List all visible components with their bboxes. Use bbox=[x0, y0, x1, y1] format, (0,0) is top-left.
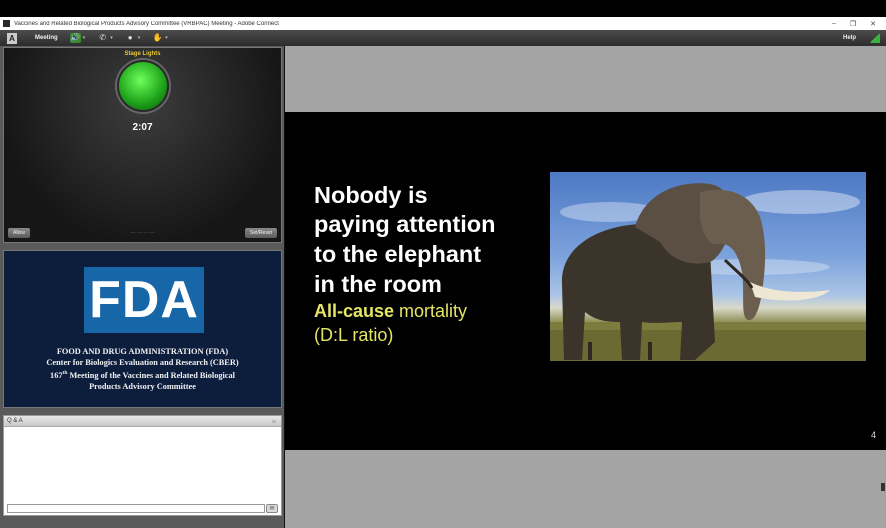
fda-line-3-number: 167 bbox=[50, 370, 63, 380]
chevron-down-icon[interactable]: ▾ bbox=[138, 35, 141, 41]
maximize-button[interactable]: ❐ bbox=[850, 20, 856, 28]
title-bar: Vaccines and Related Biological Products… bbox=[0, 17, 886, 30]
slide-line-4: in the room bbox=[314, 271, 442, 297]
slide-line-3: to the elephant bbox=[314, 241, 482, 267]
connection-signal-icon bbox=[868, 33, 880, 43]
presentation-slide: Nobody is paying attention to the elepha… bbox=[285, 112, 886, 450]
chevron-down-icon[interactable]: ▾ bbox=[110, 35, 113, 41]
phone-icon[interactable]: ✆ bbox=[97, 33, 108, 43]
fda-banner-pod: FDA FOOD AND DRUG ADMINISTRATION (FDA) C… bbox=[3, 250, 282, 408]
qa-pod: Q & A ≡ ✉ bbox=[3, 415, 282, 516]
stage-reset-button[interactable]: Set/Reset bbox=[245, 228, 277, 238]
qa-header: Q & A ≡ bbox=[4, 416, 281, 427]
fda-line-3: 167th Meeting of the Vaccines and Relate… bbox=[4, 368, 281, 381]
share-pod: Nobody is paying attention to the elepha… bbox=[285, 46, 886, 528]
scroll-handle[interactable] bbox=[881, 483, 885, 491]
stage-timer: 2:07 bbox=[132, 122, 153, 133]
fda-line-3-rest: Meeting of the Vaccines and Related Biol… bbox=[67, 370, 235, 380]
slide-subtitle-bold: All-cause bbox=[314, 301, 395, 321]
window-title: Vaccines and Related Biological Products… bbox=[14, 20, 279, 27]
menu-bar: A Meeting 🔊 ▾ ✆ ▾ ● ▾ ✋ ▾ Help bbox=[0, 30, 886, 46]
minimize-button[interactable]: – bbox=[832, 20, 836, 28]
slide-page-number: 4 bbox=[870, 430, 876, 440]
slide-subtitle-rest: mortality bbox=[394, 301, 468, 321]
elephant-illustration bbox=[550, 183, 866, 361]
stage-lights-title: Stage Lights bbox=[124, 51, 161, 57]
pod-menu-icon[interactable]: ≡ bbox=[272, 417, 276, 428]
stage-light-indicator bbox=[117, 60, 169, 112]
send-icon[interactable]: ✉ bbox=[266, 504, 278, 513]
help-menu[interactable]: Help bbox=[843, 35, 856, 41]
slide-subtitle-2: (D:L ratio) bbox=[314, 325, 394, 345]
adobe-logo-icon: A bbox=[7, 32, 17, 44]
qa-title: Q & A bbox=[7, 418, 23, 424]
fda-banner-text: FOOD AND DRUG ADMINISTRATION (FDA) Cente… bbox=[4, 346, 281, 392]
app-icon bbox=[3, 20, 10, 27]
close-button[interactable]: ✕ bbox=[870, 20, 876, 28]
slide-line-1: Nobody is bbox=[314, 182, 428, 208]
camera-control[interactable]: ● ▾ bbox=[125, 33, 141, 43]
camera-icon[interactable]: ● bbox=[125, 33, 136, 43]
chevron-down-icon[interactable]: ▾ bbox=[165, 35, 168, 41]
fda-line-1: FOOD AND DRUG ADMINISTRATION (FDA) bbox=[56, 347, 229, 356]
fda-logo: FDA bbox=[84, 267, 204, 333]
qa-input[interactable] bbox=[7, 504, 265, 513]
adobe-connect-window: Vaccines and Related Biological Products… bbox=[0, 0, 886, 528]
elephant-photo bbox=[550, 172, 866, 361]
stage-status-text: — — — — bbox=[130, 230, 155, 236]
slide-subtitle: All-cause mortality bbox=[314, 301, 467, 322]
meeting-menu[interactable]: Meeting bbox=[35, 35, 58, 41]
slide-line-2: paying attention bbox=[314, 211, 496, 237]
stage-lights-pod: Stage Lights 2:07 Allow — — — — Set/Rese… bbox=[3, 47, 282, 243]
phone-control[interactable]: ✆ ▾ bbox=[97, 33, 113, 43]
speaker-control[interactable]: 🔊 ▾ bbox=[69, 33, 86, 43]
speaker-icon[interactable]: 🔊 bbox=[69, 33, 81, 43]
chevron-down-icon[interactable]: ▾ bbox=[83, 35, 86, 41]
raise-hand-icon[interactable]: ✋ bbox=[152, 33, 163, 43]
screen-top-bar bbox=[0, 0, 886, 17]
fda-line-2: Center for Biologics Evaluation and Rese… bbox=[46, 358, 239, 367]
raise-hand-control[interactable]: ✋ ▾ bbox=[152, 33, 168, 43]
fda-line-4: Products Advisory Committee bbox=[89, 381, 196, 391]
window-controls: – ❐ ✕ bbox=[832, 20, 886, 28]
